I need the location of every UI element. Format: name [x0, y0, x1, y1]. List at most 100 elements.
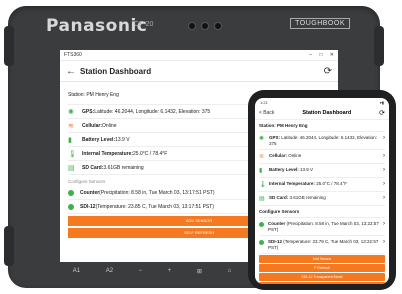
- status-value: Latitude: 46.2044, Longitude: 6.1432, El…: [269, 135, 377, 146]
- close-button[interactable]: ✕: [330, 52, 334, 58]
- signal-icon: ▾▮: [379, 99, 384, 105]
- phone-status-row[interactable]: ≋ Cellular: Online ›: [259, 150, 385, 164]
- status-label: Battery Level:: [82, 136, 116, 143]
- chevron-right-icon: ›: [383, 153, 385, 159]
- status-text: GPS: Latitude: 46.2044, Longitude: 6.143…: [269, 135, 383, 146]
- phone-status-row[interactable]: ▮ Battery Level: 13.9 V ›: [259, 164, 385, 178]
- status-icon: ▤: [259, 196, 265, 202]
- window-titlebar: FTS360 – □ ✕: [60, 50, 338, 61]
- status-label: GPS:: [82, 108, 95, 115]
- sensor-status-icon: [259, 240, 264, 245]
- chevron-right-icon: ›: [383, 135, 385, 141]
- status-icon: ▮: [259, 168, 263, 174]
- status-icon: 🌡: [259, 182, 267, 188]
- phone-status-row[interactable]: ▤ SD Card: 3.61GB remaining ›: [259, 192, 385, 206]
- status-text: Battery Level: 13.9 V: [269, 167, 383, 173]
- status-value: 13.9 V: [298, 167, 314, 172]
- minimize-button[interactable]: –: [309, 52, 312, 58]
- status-time: 1:21: [260, 99, 268, 105]
- status-icon: ≋: [259, 154, 265, 160]
- sync-icon[interactable]: ⟳: [324, 66, 332, 77]
- status-icon: ✺: [68, 108, 74, 116]
- sensor-text: SDI-12 (Temperature: 23.79 C, Tue March …: [268, 239, 383, 250]
- chevron-right-icon: ›: [383, 195, 385, 201]
- maximize-button[interactable]: □: [319, 52, 322, 58]
- status-icon: ▤: [68, 164, 75, 172]
- sensor-detail: (Precipitation: 8.58 in, Tue March 03, 1…: [268, 221, 379, 232]
- tablet-bumper: [4, 226, 14, 266]
- status-value: 25.0°C / 78.4°F: [314, 181, 348, 186]
- status-value: Online: [102, 122, 117, 129]
- status-value: Online: [287, 153, 302, 158]
- status-value: Latitude: 46.2044, Longitude: 6.1432, El…: [94, 108, 211, 115]
- phone-page-title: Station Dashboard: [302, 109, 352, 116]
- phone-sensor-row[interactable]: Counter (Precipitation: 8.58 in, Tue Mar…: [259, 218, 385, 236]
- status-label: Internal Temperature:: [82, 150, 134, 157]
- camera-icon: [201, 22, 209, 30]
- status-label: Battery Level:: [269, 167, 299, 172]
- status-value: 3.61GB remaining: [288, 195, 326, 200]
- window-app-name: FTS360: [64, 52, 82, 58]
- phone-status-row[interactable]: ✺ GPS: Latitude: 46.2044, Longitude: 6.14…: [259, 132, 385, 150]
- phone-status-bar: 1:21 ▾▮: [255, 98, 389, 106]
- status-icon: ≋: [68, 122, 74, 130]
- status-label: Cellular:: [82, 122, 103, 129]
- phone-content: Station: PM Henry Eng ✺ GPS: Latitude: 46…: [255, 120, 389, 284]
- sensor-status-icon: [259, 222, 264, 227]
- status-label: Cellular:: [269, 153, 288, 158]
- status-icon: 🌡: [68, 150, 77, 158]
- back-button[interactable]: < Back: [259, 110, 274, 116]
- sensor-detail: (Temperature: 23.79 C, Tue March 03, 13:…: [268, 239, 379, 250]
- sensor-name: Counter: [80, 189, 100, 196]
- status-value: 3.61GB remaining: [103, 164, 144, 171]
- phone-action-button[interactable]: SDI-12 Transparent Mode: [259, 273, 385, 281]
- camera-icon: [188, 22, 196, 30]
- phone-action-button[interactable]: F Refresh: [259, 264, 385, 272]
- back-arrow-icon[interactable]: ←: [66, 66, 80, 77]
- chevron-right-icon: ›: [383, 167, 385, 173]
- hardware-button[interactable]: A2: [106, 268, 113, 274]
- phone-status-list: ✺ GPS: Latitude: 46.2044, Longitude: 6.14…: [259, 132, 385, 206]
- phone-action-buttons: Add Sensor F Refresh SDI-12 Transparent Mo…: [259, 255, 385, 284]
- toughbook-badge: TOUGHBOOK: [290, 18, 350, 29]
- hardware-button[interactable]: A1: [73, 268, 80, 274]
- page-title: Station Dashboard: [80, 66, 152, 76]
- phone-action-button[interactable]: Add Sensor: [259, 255, 385, 263]
- model-label: CF-20: [134, 21, 154, 28]
- status-icon: ✺: [259, 136, 265, 142]
- sensor-text: Counter (Precipitation: 8.58 in, Tue Mar…: [268, 221, 383, 232]
- status-value: 25.0°C / 78.4°F: [133, 150, 168, 157]
- sensor-name: SDI-12: [268, 239, 283, 244]
- status-label: GPS:: [269, 135, 281, 140]
- camera-array: [188, 22, 222, 30]
- status-text: Internal Temperature: 25.0°C / 78.4°F: [269, 181, 383, 187]
- hardware-button[interactable]: ⊞: [197, 268, 202, 275]
- status-label: SD Card:: [82, 164, 104, 171]
- phone-sensor-row[interactable]: SDI-12 (Temperature: 23.79 C, Tue March …: [259, 236, 385, 254]
- status-value: 13.9 V: [115, 136, 130, 143]
- status-text: SD Card: 3.61GB remaining: [269, 195, 383, 201]
- chevron-right-icon: ›: [383, 181, 385, 187]
- hardware-button[interactable]: −: [139, 268, 143, 274]
- app-header: ← Station Dashboard ⟳: [60, 61, 338, 82]
- tablet-bumper: [4, 26, 14, 66]
- status-label: SD Card:: [269, 195, 289, 200]
- sensor-detail: (Temperature: 23.85 C, Tue March 03, 13:…: [95, 203, 214, 210]
- brand-logo: Panasonic: [46, 16, 148, 36]
- sync-icon[interactable]: ⟳: [379, 109, 385, 117]
- hardware-button[interactable]: ⌂: [228, 268, 232, 274]
- sensor-name: SDI-12: [80, 203, 96, 210]
- tablet-bumper: [374, 26, 384, 66]
- phone-screen: 1:21 ▾▮ < Back Station Dashboard ⟳ Stati…: [255, 98, 389, 284]
- phone-app-header: < Back Station Dashboard ⟳: [255, 106, 389, 120]
- hardware-button[interactable]: +: [168, 268, 172, 274]
- phone-configure-label: Configure Sensors: [259, 206, 385, 218]
- sensor-detail: (Precipitation: 8.58 in, Tue March 03, 1…: [99, 189, 215, 196]
- phone-station-name: Station: PM Henry Eng: [259, 120, 385, 132]
- chevron-right-icon: ›: [383, 239, 385, 245]
- phone-sensor-list: Counter (Precipitation: 8.58 in, Tue Mar…: [259, 218, 385, 254]
- sensor-status-icon: [68, 189, 74, 196]
- phone-status-row[interactable]: 🌡 Internal Temperature: 25.0°C / 78.4°F ›: [259, 178, 385, 192]
- chevron-right-icon: ›: [383, 221, 385, 227]
- phone-action-button[interactable]: Load 10 hours of Data: [259, 282, 385, 284]
